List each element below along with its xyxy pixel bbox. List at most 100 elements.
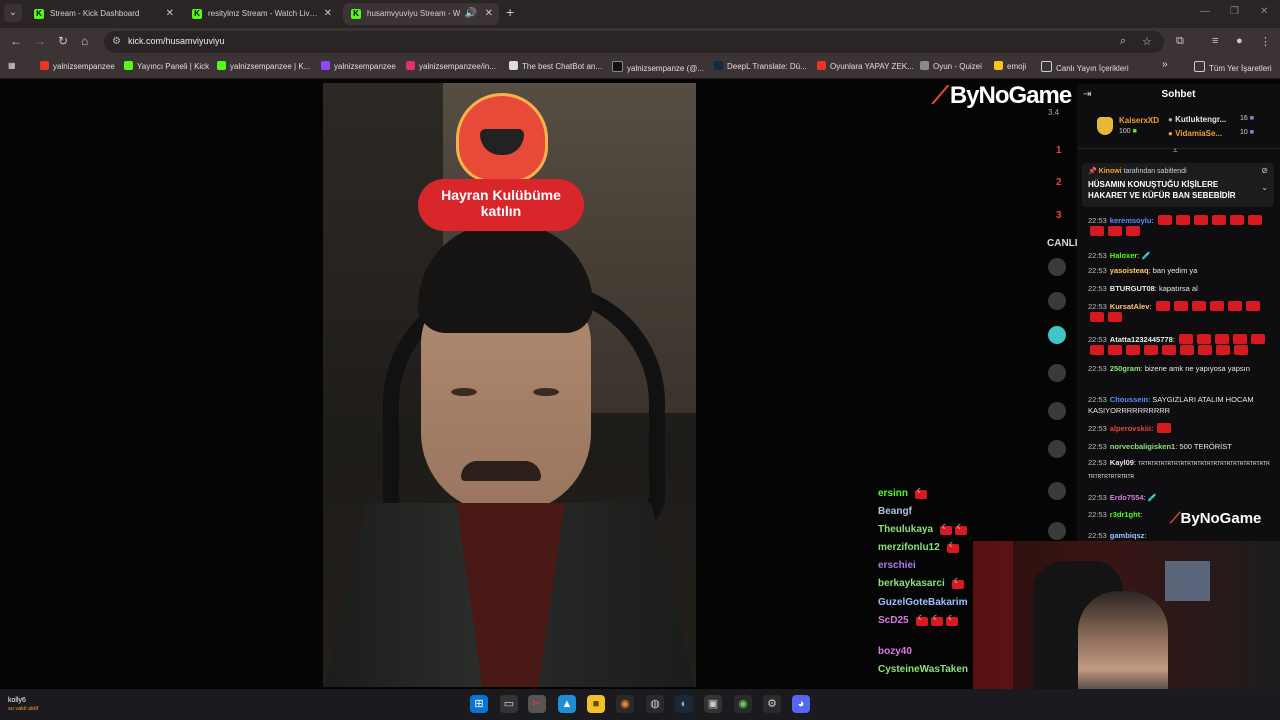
extensions-icon[interactable]: ⧉ [1176,35,1184,48]
close-tab-icon[interactable]: ✕ [324,3,332,25]
chat-username[interactable]: KursatAlev [1110,302,1150,311]
fan-club-badge[interactable]: Hayran Kulübüme katılın [418,91,588,241]
bookmark-label: yalnizsempanze (@... [627,64,705,73]
chat-message: 22:53 gambiqsz: [1088,530,1272,541]
gifter-row[interactable]: ● VidamiaSe... [1168,129,1222,138]
all-bookmarks-label: Tüm Yer İşaretleri [1209,64,1272,73]
channel-avatar[interactable] [1048,522,1066,540]
snipping-tool-icon[interactable]: ✂ [528,695,546,713]
bookmark-yayinci-paneli[interactable]: Yayıncı Paneli | Kick [124,61,209,71]
zoom-search-icon[interactable]: ⌕ [1120,35,1126,48]
chrome-icon[interactable]: ◉ [616,695,634,713]
chat-username[interactable]: Atatta1232445778 [1110,335,1173,344]
chrome-alt-icon[interactable]: ◉ [734,695,752,713]
chat-username[interactable]: norvecbaligisken1 [1110,442,1175,451]
new-tab-plus-icon[interactable]: + [506,4,514,20]
obs-icon[interactable]: ◍ [646,695,664,713]
bookmark-deepl[interactable]: DeepL Translate: Dü... [714,61,807,71]
chat-username[interactable]: gambiqsz [1110,531,1145,540]
turkish-flag-emote-icon [1173,301,1188,311]
chat-timestamp: 22:53 [1088,531,1107,540]
steam-icon[interactable]: ◐ [675,695,693,713]
chat-username[interactable]: 250gram [1110,364,1141,373]
chat-username[interactable]: Haloxer [1110,251,1138,260]
chat-username[interactable]: r3dr1ght [1110,510,1140,519]
bookmark-tiktok[interactable]: yalnizsempanze (@... [612,61,704,73]
expand-chevron-icon[interactable]: ⌄ [1261,183,1268,192]
folder-icon [1194,61,1205,72]
stream-video[interactable]: Hayran Kulübüme katılın [323,83,696,687]
address-bar[interactable]: ⚙ kick.com/husamviyuviyu ⌕ ☆ [104,31,1164,53]
tab-husamviyuviyu-stream[interactable]: K husamvyuviyu Stream - W 🔊 ✕ [343,3,499,25]
home-icon[interactable]: ⌂ [81,34,88,48]
close-tab-icon[interactable]: ✕ [166,3,174,25]
forward-arrow-icon[interactable]: → [34,34,46,48]
all-bookmarks-folder[interactable]: Tüm Yer İşaretleri [1194,61,1272,73]
bookmarks-overflow-chevron-icon[interactable]: » [1162,59,1168,70]
apps-grid-icon[interactable]: ▦ [8,61,16,70]
channel-avatar[interactable] [1048,364,1066,382]
channel-avatar[interactable] [1048,440,1066,458]
weather-widget[interactable]: kolly6 su vakti aktif [8,697,38,713]
chat-text: 500 TERÖRİST [1179,442,1232,451]
tab-kick-dashboard[interactable]: K Stream - Kick Dashboard ✕ [26,3,180,25]
close-tab-icon[interactable]: ✕ [485,3,493,25]
reading-list-icon[interactable]: ≡ [1212,35,1218,47]
overlay-chat-username: erschiei [878,560,916,571]
bookmark-star-icon[interactable]: ☆ [1142,35,1152,48]
speaker-icon[interactable]: 🔊 [465,3,477,25]
bookmark-yalnizsempanzee-instagram[interactable]: yalnizsempanzee/in... [406,61,496,71]
bookmark-oyunlara-yapay-zeka[interactable]: Oyunlara YAPAY ZEK... [817,61,914,71]
weather-label: kolly6 [8,697,26,704]
windows-start-icon[interactable]: ⊞ [470,695,488,713]
close-window-icon[interactable]: ✕ [1260,6,1268,17]
youtube-icon [817,61,826,70]
channel-avatar[interactable] [1048,292,1066,310]
unpin-icon[interactable]: ⊘ [1261,166,1268,175]
expand-gifters-icon[interactable]: ⩡ [1173,146,1178,156]
profile-avatar-icon[interactable]: ● [1236,35,1243,47]
file-explorer-icon[interactable]: ■ [587,695,605,713]
address-url[interactable]: kick.com/husamviyuviyu [128,36,225,46]
top-gifter-name[interactable]: KaiserxXD [1119,116,1159,125]
menu-kebab-icon[interactable]: ⋮ [1260,35,1271,48]
reload-icon[interactable]: ↻ [58,34,68,48]
minimize-icon[interactable]: — [1200,6,1210,17]
chat-username[interactable]: Kayl09 [1110,458,1134,467]
channel-avatar[interactable] [1048,326,1066,344]
back-arrow-icon[interactable]: ← [10,34,22,48]
bookmark-emoji[interactable]: emoji [994,61,1026,71]
turkish-flag-emote-icon [1180,345,1194,355]
chat-username[interactable]: Erdo7554 [1110,493,1144,502]
task-view-icon[interactable]: ▭ [500,695,518,713]
bookmark-folder-canli-yayin[interactable]: Canlı Yayın İçerikleri [1041,61,1129,73]
maximize-icon[interactable]: ❐ [1230,6,1239,17]
turkish-flag-emote-icon [1157,423,1172,433]
chat-username[interactable]: BTURGUT08 [1110,284,1155,293]
pinned-by-user[interactable]: Kinowi [1099,168,1122,175]
tab-resitylmz-stream[interactable]: K resitylmz Stream - Watch Live o ✕ [184,3,338,25]
channel-avatar[interactable] [1048,482,1066,500]
photos-icon[interactable]: ▲ [558,695,576,713]
chat-text: bizene amk ne yapıyosa yapsın [1144,364,1250,373]
bookmark-yalnizsempanzee-youtube[interactable]: yalnizsempanzee [40,61,115,71]
gifter-row[interactable]: ● Kutluktengr... [1168,115,1226,124]
bookmark-chatbot[interactable]: The best ChatBot an... [509,61,602,71]
bookmark-oyun-quizei[interactable]: Oyun - Quizei [920,61,982,71]
app-icon[interactable]: ▣ [704,695,722,713]
bookmark-yalnizsempanzee-kick[interactable]: yalnizsempanzee | K... [217,61,310,71]
discord-icon[interactable]: ◕ [792,695,810,713]
chat-username[interactable]: Chousseın [1110,395,1148,404]
settings-icon[interactable]: ⚙ [763,695,781,713]
chat-message: 22:53 Erdo7554: 🧪 [1088,492,1272,503]
channel-avatar[interactable] [1048,258,1066,276]
chat-username[interactable]: alperovskiii [1110,424,1151,433]
site-info-icon[interactable]: ⚙ [112,36,121,47]
bookmark-yalnizsempanzee-twitch[interactable]: yalnizsempanzee [321,61,396,71]
chat-username[interactable]: keremsoylu [1110,216,1152,225]
bookmark-label: Yayıncı Paneli | Kick [137,62,210,71]
channel-avatar[interactable] [1048,402,1066,420]
turkish-flag-emote-icon [1229,215,1244,225]
tab-search-chevron-icon[interactable]: ⌄ [4,4,22,22]
chat-username[interactable]: yasoisteaq [1110,266,1149,275]
